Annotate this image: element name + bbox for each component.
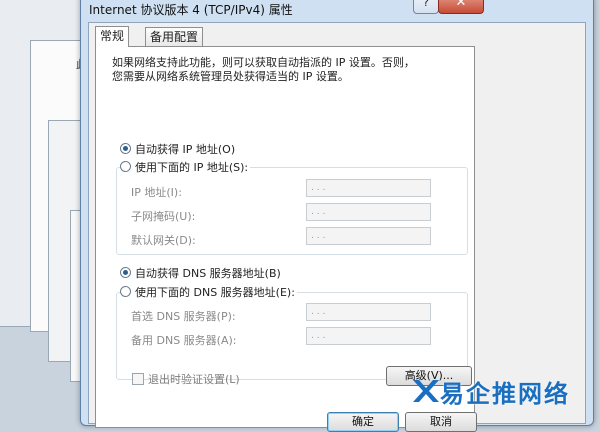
default-gateway-input[interactable]: . . . xyxy=(306,227,431,245)
preferred-dns-label: 首选 DNS 服务器(P): xyxy=(131,310,236,323)
radio-indicator xyxy=(120,286,131,297)
default-gateway-label: 默认网关(D): xyxy=(131,234,196,247)
ip-octet-separators: . . . xyxy=(311,331,326,341)
watermark: 易企推网络 xyxy=(410,368,600,416)
alternate-dns-input[interactable]: . . . xyxy=(306,327,431,345)
description-line: 如果网络支持此功能，则可以获取自动指派的 IP 设置。否则， xyxy=(112,56,415,69)
dialog-title: Internet 协议版本 4 (TCP/IPv4) 属性 xyxy=(89,3,293,17)
tab-alternate-configuration[interactable]: 备用配置 xyxy=(145,27,204,46)
description-line: 您需要从网络系统管理员处获得适当的 IP 设置。 xyxy=(112,70,349,83)
description-text: 如果网络支持此功能，则可以获取自动指派的 IP 设置。否则， 您需要从网络系统管… xyxy=(112,56,462,84)
manual-ip-radio[interactable]: 使用下面的 IP 地址(S): xyxy=(120,161,251,174)
radio-indicator xyxy=(120,267,131,278)
auto-dns-radio[interactable]: 自动获得 DNS 服务器地址(B) xyxy=(120,267,281,280)
validate-settings-checkbox[interactable]: 退出时验证设置(L) xyxy=(132,371,240,387)
checkbox-box xyxy=(132,373,144,385)
manual-dns-label: 使用下面的 DNS 服务器地址(E): xyxy=(135,286,295,299)
radio-indicator xyxy=(120,161,131,172)
dialog-client-area: 常规 备用配置 如果网络支持此功能，则可以获取自动指派的 IP 设置。否则， 您… xyxy=(88,22,586,432)
auto-ip-radio[interactable]: 自动获得 IP 地址(O) xyxy=(120,143,235,156)
ip-address-label: IP 地址(I): xyxy=(131,186,182,199)
watermark-text: 易企推网络 xyxy=(440,380,570,408)
subnet-mask-input[interactable]: . . . xyxy=(306,203,431,221)
ip-octet-separators: . . . xyxy=(311,207,326,217)
ip-octet-separators: . . . xyxy=(311,183,326,193)
manual-dns-radio[interactable]: 使用下面的 DNS 服务器地址(E): xyxy=(120,286,297,299)
auto-ip-label: 自动获得 IP 地址(O) xyxy=(135,143,236,156)
auto-dns-label: 自动获得 DNS 服务器地址(B) xyxy=(135,267,281,280)
title-bar[interactable]: Internet 协议版本 4 (TCP/IPv4) 属性 ? ✕ xyxy=(81,0,593,21)
watermark-logo-icon xyxy=(413,380,439,402)
ip-octet-separators: . . . xyxy=(311,307,326,317)
preferred-dns-input[interactable]: . . . xyxy=(306,303,431,321)
radio-indicator xyxy=(120,143,131,154)
manual-ip-label: 使用下面的 IP 地址(S): xyxy=(135,161,249,174)
close-button[interactable]: ✕ xyxy=(438,0,484,14)
alternate-dns-label: 备用 DNS 服务器(A): xyxy=(131,334,237,347)
tab-general[interactable]: 常规 xyxy=(95,26,130,47)
validate-settings-label: 退出时验证设置(L) xyxy=(148,373,240,386)
tcpip-properties-dialog: Internet 协议版本 4 (TCP/IPv4) 属性 ? ✕ 常规 备用配… xyxy=(80,0,594,432)
help-button[interactable]: ? xyxy=(413,0,439,14)
subnet-mask-label: 子网掩码(U): xyxy=(131,210,196,223)
ip-address-input[interactable]: . . . xyxy=(306,179,431,197)
ip-octet-separators: . . . xyxy=(311,231,326,241)
ok-button[interactable]: 确定 xyxy=(327,412,399,432)
